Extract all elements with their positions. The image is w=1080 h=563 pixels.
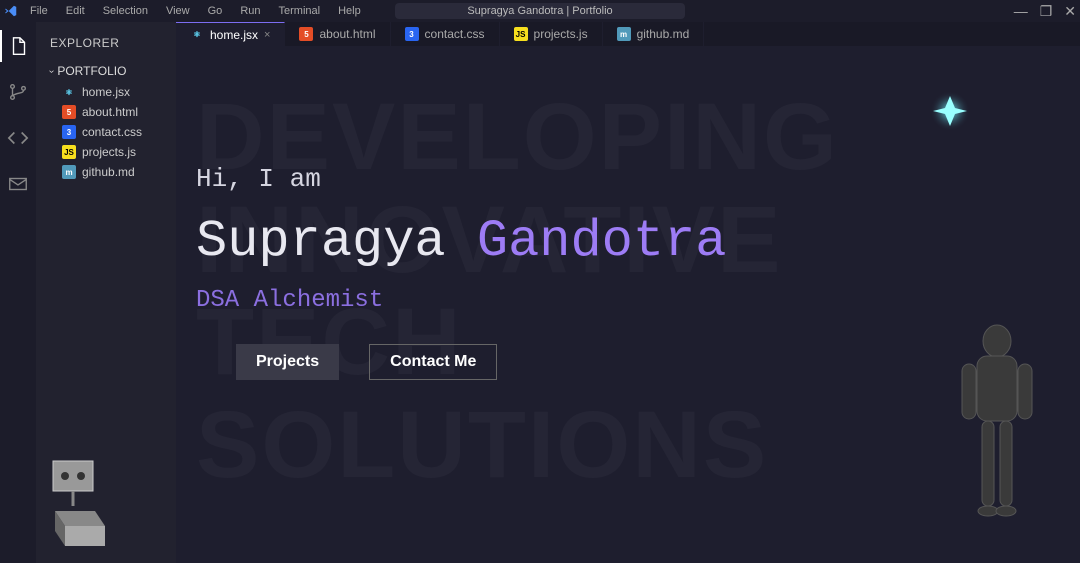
tab-about[interactable]: 5 about.html xyxy=(285,22,390,46)
menu-run[interactable]: Run xyxy=(232,2,268,20)
css-icon: 3 xyxy=(405,27,419,41)
git-branch-icon[interactable] xyxy=(0,76,36,108)
md-icon: m xyxy=(617,27,631,41)
projects-button[interactable]: Projects xyxy=(236,344,339,380)
tabs: ⚛ home.jsx × 5 about.html 3 contact.css JS pr… xyxy=(176,22,1080,46)
react-icon: ⚛ xyxy=(62,85,76,99)
hero-first-name: Supragya xyxy=(196,212,446,271)
tab-label: home.jsx xyxy=(210,28,258,42)
menu-edit[interactable]: Edit xyxy=(58,2,93,20)
menu-view[interactable]: View xyxy=(158,2,198,20)
js-icon: JS xyxy=(62,145,76,159)
robot-decoration-icon xyxy=(942,316,1052,563)
code-icon[interactable] xyxy=(0,122,36,154)
sidebar-file-label: about.html xyxy=(82,105,138,119)
html-icon: 5 xyxy=(299,27,313,41)
spark-decoration-icon xyxy=(925,86,975,136)
sidebar-file-home[interactable]: ⚛ home.jsx xyxy=(36,82,176,102)
tab-contact[interactable]: 3 contact.css xyxy=(391,22,500,46)
tab-label: contact.css xyxy=(425,27,485,41)
sidebar-file-label: projects.js xyxy=(82,145,136,159)
editor-area: ⚛ home.jsx × 5 about.html 3 contact.css JS pr… xyxy=(176,22,1080,563)
tab-label: github.md xyxy=(637,27,690,41)
menubar: File Edit Selection View Go Run Terminal… xyxy=(22,2,369,20)
sidebar-file-label: contact.css xyxy=(82,125,142,139)
hero-role: DSA Alchemist xyxy=(196,287,727,314)
sidebar-file-label: github.md xyxy=(82,165,135,179)
titlebar: File Edit Selection View Go Run Terminal… xyxy=(0,0,1080,22)
maximize-icon[interactable]: ❐ xyxy=(1040,3,1053,20)
menu-terminal[interactable]: Terminal xyxy=(271,2,329,20)
html-icon: 5 xyxy=(62,105,76,119)
tab-home[interactable]: ⚛ home.jsx × xyxy=(176,22,285,46)
minimize-icon[interactable]: — xyxy=(1014,3,1028,19)
window-title[interactable]: Supragya Gandotra | Portfolio xyxy=(395,3,685,19)
sidebar-file-about[interactable]: 5 about.html xyxy=(36,102,176,122)
menu-file[interactable]: File xyxy=(22,2,56,20)
close-icon[interactable]: ✕ xyxy=(1064,3,1076,20)
tab-github[interactable]: m github.md xyxy=(603,22,705,46)
vscode-logo-icon xyxy=(0,4,22,18)
js-icon: JS xyxy=(514,27,528,41)
sidebar-file-contact[interactable]: 3 contact.css xyxy=(36,122,176,142)
tab-label: about.html xyxy=(319,27,375,41)
tab-label: projects.js xyxy=(534,27,588,41)
mail-icon[interactable] xyxy=(0,168,36,200)
files-icon[interactable] xyxy=(0,30,36,62)
menu-help[interactable]: Help xyxy=(330,2,369,20)
sidebar-file-label: home.jsx xyxy=(82,85,130,99)
cube-decoration-icon xyxy=(35,451,115,551)
hero-greeting: Hi, I am xyxy=(196,164,727,194)
md-icon: m xyxy=(62,165,76,179)
hero-name: Supragya Gandotra xyxy=(196,212,727,271)
hero: Hi, I am Supragya Gandotra DSA Alchemist… xyxy=(196,164,727,380)
menu-selection[interactable]: Selection xyxy=(95,2,156,20)
hero-last-name: Gandotra xyxy=(477,212,727,271)
tab-close-icon[interactable]: × xyxy=(264,29,270,41)
sidebar-file-github[interactable]: m github.md xyxy=(36,162,176,182)
sidebar-title: EXPLORER xyxy=(36,32,176,60)
tab-projects[interactable]: JS projects.js xyxy=(500,22,603,46)
react-icon: ⚛ xyxy=(190,28,204,42)
editor-content: DEVELOPING INNOVATIVE TECH SOLUTIONS Hi,… xyxy=(176,46,1080,563)
activitybar xyxy=(0,22,36,563)
sidebar-file-projects[interactable]: JS projects.js xyxy=(36,142,176,162)
menu-go[interactable]: Go xyxy=(200,2,231,20)
contact-button[interactable]: Contact Me xyxy=(369,344,497,380)
css-icon: 3 xyxy=(62,125,76,139)
sidebar-section[interactable]: PORTFOLIO xyxy=(36,60,176,82)
